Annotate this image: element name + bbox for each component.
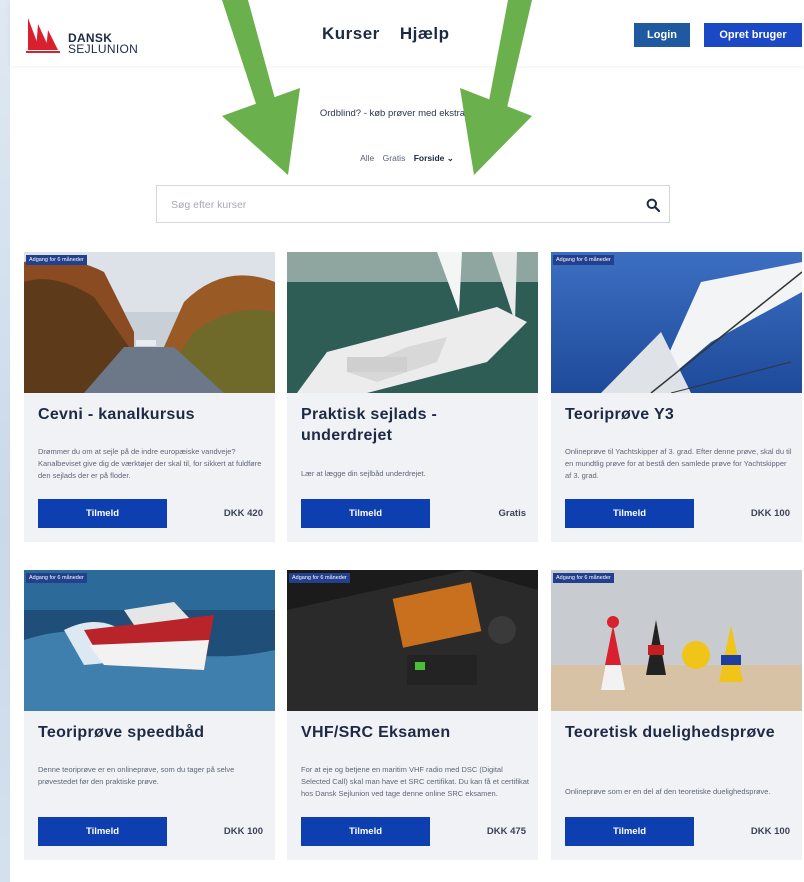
buoys-image bbox=[551, 570, 802, 711]
logo-line2: SEJLUNION bbox=[68, 42, 139, 56]
filter-gratis[interactable]: Gratis bbox=[383, 153, 406, 163]
filter-forside-dropdown[interactable]: Forside ⌄ bbox=[414, 153, 454, 163]
logo-wordmark: DANSK SEJLUNION bbox=[68, 32, 139, 56]
login-button[interactable]: Login bbox=[634, 23, 690, 47]
card-description: Onlineprøve til Yachtskipper af 3. grad.… bbox=[565, 447, 792, 480]
tilmeld-button[interactable]: Tilmeld bbox=[38, 499, 167, 528]
course-search bbox=[156, 185, 670, 223]
card-description: Lær at lægge din sejlbåd underdrejet. bbox=[301, 469, 426, 478]
sail-logo-icon bbox=[26, 18, 60, 53]
card-price: Gratis bbox=[498, 508, 526, 519]
access-badge: Adgang for 6 måneder bbox=[553, 573, 614, 583]
access-badge: Adgang for 6 måneder bbox=[26, 573, 87, 583]
nav-hjaelp[interactable]: Hjælp bbox=[400, 24, 450, 44]
access-badge: Adgang for 6 måneder bbox=[553, 255, 614, 265]
vhf-radio-image bbox=[287, 570, 538, 711]
access-badge: Adgang for 6 måneder bbox=[26, 255, 87, 265]
filter-alle[interactable]: Alle bbox=[360, 153, 374, 163]
dyslexia-promo-link[interactable]: Ordblind? - køb prøver med ekstra tid he… bbox=[10, 108, 804, 119]
tilmeld-button[interactable]: Tilmeld bbox=[565, 499, 694, 528]
search-icon[interactable] bbox=[646, 198, 660, 212]
card-title[interactable]: VHF/SRC Eksamen bbox=[301, 722, 527, 743]
card-title[interactable]: Teoretisk duelighedsprøve bbox=[565, 722, 791, 743]
access-badge: Adgang for 6 måneder bbox=[289, 573, 350, 583]
tilmeld-button[interactable]: Tilmeld bbox=[301, 817, 430, 846]
sail-sky-image bbox=[551, 252, 802, 393]
course-card-duelighedsproeve[interactable]: Adgang for 6 måneder Teoretisk duelighed… bbox=[551, 570, 802, 860]
card-title[interactable]: Cevni - kanalkursus bbox=[38, 404, 264, 425]
sailboat-image bbox=[287, 252, 538, 393]
course-card-teoriproeve-y3[interactable]: Adgang for 6 måneder Teoriprøve Y3 Onlin… bbox=[551, 252, 802, 542]
card-price: DKK 475 bbox=[486, 826, 526, 837]
card-price: DKK 420 bbox=[223, 508, 263, 519]
dansk-sejlunion-logo[interactable]: DANSK SEJLUNION bbox=[24, 16, 154, 56]
tilmeld-button[interactable]: Tilmeld bbox=[38, 817, 167, 846]
signup-button[interactable]: Opret bruger bbox=[704, 23, 802, 47]
card-description: Denne teoriprøve er en onlineprøve, som … bbox=[38, 765, 235, 786]
page: DANSK SEJLUNION Kurser Hjælp Login Opret… bbox=[10, 0, 804, 882]
course-card-cevni[interactable]: Adgang for 6 måneder Cevni - kanalkursus… bbox=[24, 252, 275, 542]
card-title[interactable]: Teoriprøve Y3 bbox=[565, 404, 791, 425]
card-description: For at eje og betjene en maritim VHF rad… bbox=[301, 765, 530, 798]
nav-kurser[interactable]: Kurser bbox=[322, 24, 380, 44]
card-title[interactable]: Teoriprøve speedbåd bbox=[38, 722, 264, 743]
canal-image bbox=[24, 252, 275, 393]
card-description: Drømmer du om at sejle på de indre europ… bbox=[38, 447, 262, 480]
search-input[interactable] bbox=[171, 196, 611, 214]
tilmeld-button[interactable]: Tilmeld bbox=[565, 817, 694, 846]
speedboat-image bbox=[24, 570, 275, 711]
course-card-praktisk-sejlads[interactable]: Praktisk sejlads - underdrejet Lær at læ… bbox=[287, 252, 538, 542]
filter-bar: Alle Gratis Forside ⌄ bbox=[10, 153, 804, 164]
course-card-vhf-src[interactable]: Adgang for 6 måneder VHF/SRC Eksamen For… bbox=[287, 570, 538, 860]
card-description: Onlineprøve som er en del af den teoreti… bbox=[565, 787, 771, 796]
card-price: DKK 100 bbox=[750, 826, 790, 837]
course-card-speedbaad[interactable]: Adgang for 6 måneder Teoriprøve speedbåd… bbox=[24, 570, 275, 860]
card-price: DKK 100 bbox=[223, 826, 263, 837]
main-nav: Kurser Hjælp bbox=[322, 24, 450, 44]
card-title[interactable]: Praktisk sejlads - underdrejet bbox=[301, 404, 527, 446]
site-header: DANSK SEJLUNION Kurser Hjælp Login Opret… bbox=[10, 0, 804, 66]
card-price: DKK 100 bbox=[750, 508, 790, 519]
tilmeld-button[interactable]: Tilmeld bbox=[301, 499, 430, 528]
